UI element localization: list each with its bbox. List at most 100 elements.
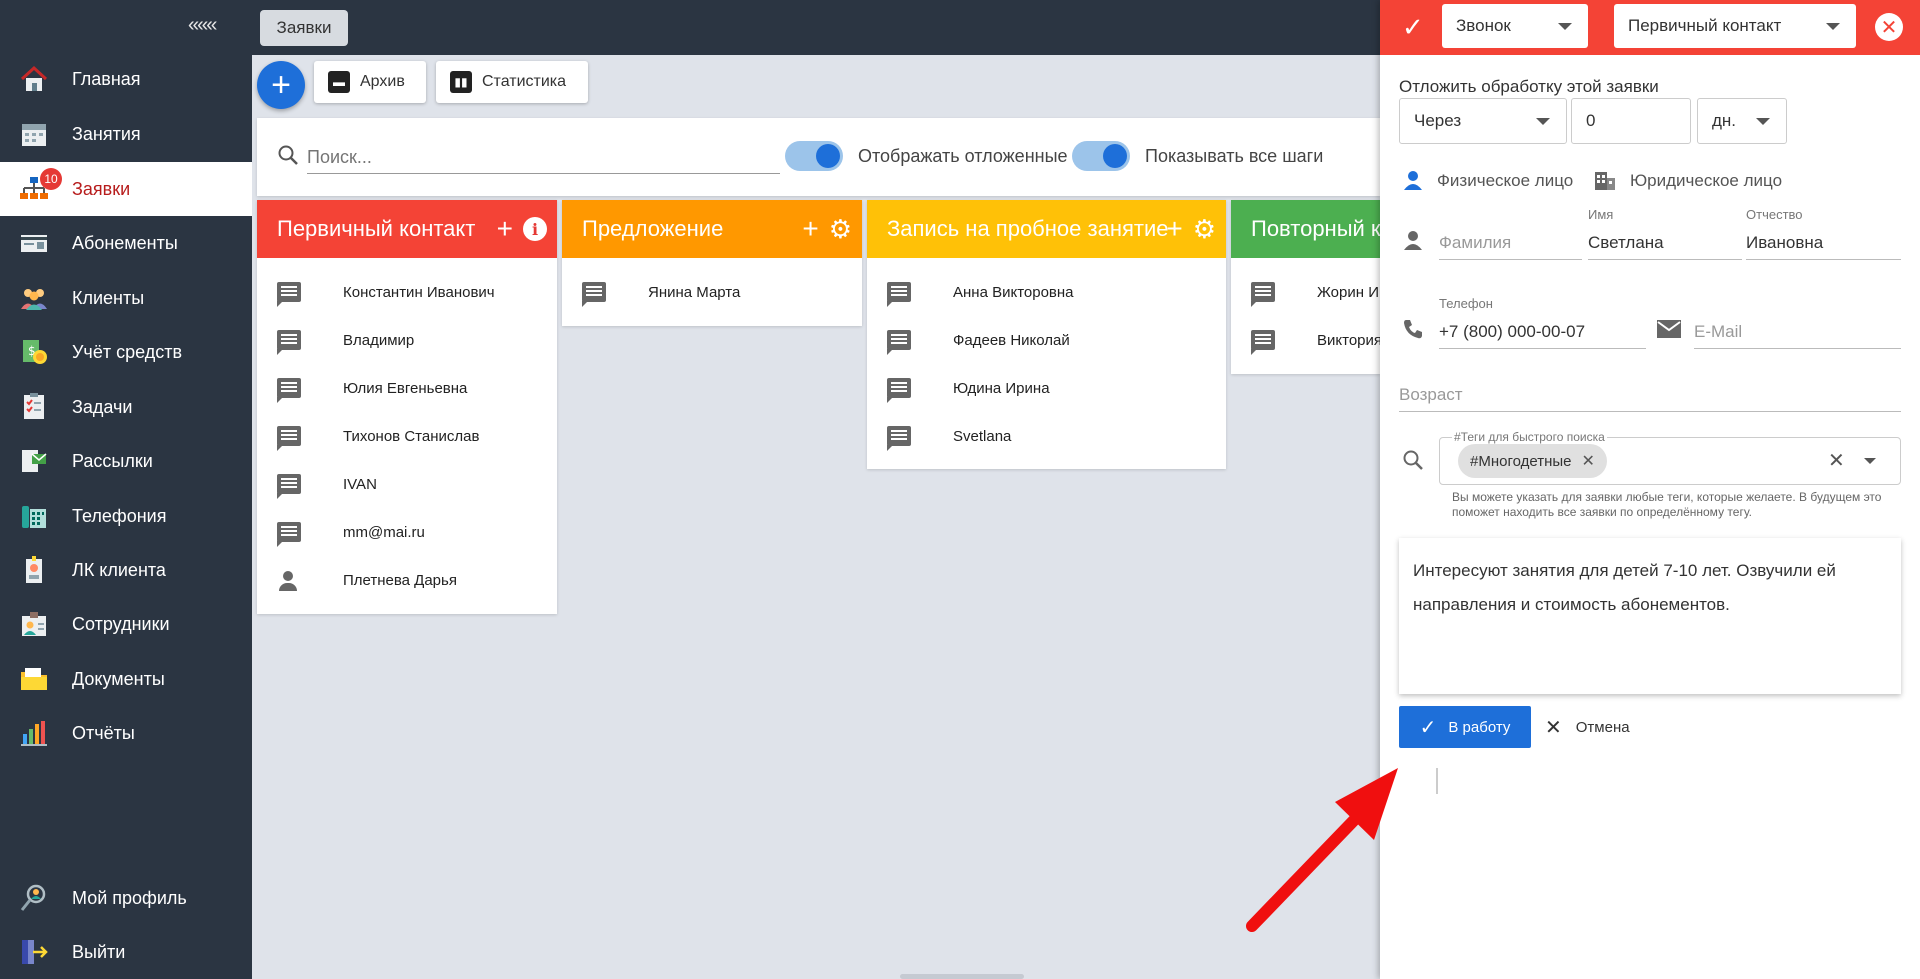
sidebar-item-staff[interactable]: Сотрудники xyxy=(0,597,252,651)
sidebar-item-subscriptions[interactable]: Абонементы xyxy=(0,216,252,270)
sidebar-item-label: Занятия xyxy=(72,123,141,144)
cancel-label: Отмена xyxy=(1575,718,1630,736)
sidebar-item-reports[interactable]: Отчёты xyxy=(0,706,252,760)
list-item[interactable]: Фадеев Николай xyxy=(867,316,1226,364)
card-name: Тихонов Станислав xyxy=(343,427,480,445)
first-name-field[interactable]: Светлана xyxy=(1588,228,1742,260)
tab-requests[interactable]: Заявки xyxy=(260,10,348,46)
sidebar-item-label: ЛК клиента xyxy=(72,559,166,580)
horizontal-scrollbar[interactable] xyxy=(900,974,1024,979)
card-icon xyxy=(18,227,50,259)
sidebar-item-profile[interactable]: Мой профиль xyxy=(0,871,252,925)
postpone-mode-value: Через xyxy=(1414,111,1462,130)
sidebar-item-classes[interactable]: Занятия xyxy=(0,107,252,161)
sidebar-item-requests[interactable]: 10 Заявки xyxy=(0,162,252,216)
person-icon xyxy=(277,570,299,592)
request-stage-select[interactable]: Первичный контакт xyxy=(1614,4,1856,48)
gear-icon[interactable]: ⚙ xyxy=(829,216,852,242)
cancel-button[interactable]: ✕ Отмена xyxy=(1545,706,1630,748)
message-icon xyxy=(277,474,301,499)
add-card-icon[interactable]: + xyxy=(497,215,513,243)
collapse-sidebar-button[interactable]: ««« xyxy=(188,14,217,37)
phone-icon xyxy=(1401,317,1425,347)
sidebar-item-documents[interactable]: Документы xyxy=(0,652,252,706)
chevron-down-icon xyxy=(1558,23,1572,30)
sidebar-item-tasks[interactable]: Задачи xyxy=(0,380,252,434)
list-item[interactable]: Жорин Иг xyxy=(1231,268,1380,316)
sidebar-item-label: Сотрудники xyxy=(72,613,170,634)
check-icon[interactable]: ✓ xyxy=(1402,12,1424,43)
archive-button[interactable]: ▬ Архив xyxy=(314,61,426,103)
middle-name-field[interactable]: Ивановна xyxy=(1746,228,1901,260)
note-textarea[interactable]: Интересуют занятия для детей 7-10 лет. О… xyxy=(1399,538,1901,694)
sidebar-item-label: Главная xyxy=(72,68,141,89)
column-header: Запись на пробное занятие + ⚙ xyxy=(867,200,1226,258)
remove-tag-icon[interactable]: ✕ xyxy=(1582,451,1595,471)
sidebar-item-logout[interactable]: Выйти xyxy=(0,925,252,979)
age-field[interactable]: Возраст xyxy=(1399,380,1901,412)
legal-entity-option[interactable]: Юридическое лицо xyxy=(1630,171,1782,191)
list-item[interactable]: IVAN xyxy=(257,460,557,508)
statistics-label: Статистика xyxy=(482,73,567,90)
tag-chip[interactable]: #Многодетные ✕ xyxy=(1458,444,1607,478)
list-item[interactable]: Анна Викторовна xyxy=(867,268,1226,316)
request-type-select[interactable]: Звонок xyxy=(1442,4,1588,48)
list-item[interactable]: Юлия Евгеньевна xyxy=(257,364,557,412)
list-item[interactable]: Константин Иванович xyxy=(257,268,557,316)
phone-field[interactable]: +7 (800) 000-00-07 xyxy=(1439,317,1646,349)
list-item[interactable]: Янина Марта xyxy=(562,268,862,316)
individual-option[interactable]: Физическое лицо xyxy=(1437,171,1573,191)
column-trial-booking: Запись на пробное занятие + ⚙ Анна Викто… xyxy=(867,200,1226,469)
list-item[interactable]: Плетнева Дарья xyxy=(257,556,557,604)
postpone-mode-select[interactable]: Через xyxy=(1399,98,1567,144)
show-all-steps-toggle[interactable] xyxy=(1072,138,1130,172)
sidebar-item-mailings[interactable]: Рассылки xyxy=(0,434,252,488)
gear-icon[interactable]: ⚙ xyxy=(1193,216,1216,242)
request-stage-value: Первичный контакт xyxy=(1628,16,1782,35)
sidebar-item-label: Отчёты xyxy=(72,722,135,743)
last-name-field[interactable]: Фамилия xyxy=(1439,228,1582,260)
person-icon xyxy=(1401,168,1425,198)
list-item[interactable]: Юдина Ирина xyxy=(867,364,1226,412)
info-icon[interactable]: i xyxy=(523,217,547,241)
email-field[interactable]: E-Mail xyxy=(1694,317,1901,349)
sidebar: ««« Главная Занятия 10 Заявки Абонементы… xyxy=(0,0,252,979)
postpone-amount-input[interactable]: 0 xyxy=(1571,98,1691,144)
add-card-icon[interactable]: + xyxy=(1166,215,1182,243)
list-item[interactable]: Виктория xyxy=(1231,316,1380,364)
list-item[interactable]: Тихонов Станислав xyxy=(257,412,557,460)
sidebar-item-finance[interactable]: $ Учёт средств xyxy=(0,325,252,379)
add-request-button[interactable]: + xyxy=(257,61,305,109)
show-postponed-toggle[interactable] xyxy=(785,138,843,172)
message-icon xyxy=(1251,330,1275,355)
search-input[interactable] xyxy=(307,142,780,174)
tags-label: #Теги для быстрого поиска xyxy=(1452,430,1607,444)
list-item[interactable]: Svetlana xyxy=(867,412,1226,460)
list-item[interactable]: mm@mai.ru xyxy=(257,508,557,556)
column-offer: Предложение + ⚙ Янина Марта xyxy=(562,200,862,326)
statistics-button[interactable]: ▮▮ Статистика xyxy=(436,61,588,103)
sidebar-item-client-portal[interactable]: ЛК клиента xyxy=(0,543,252,597)
staff-icon xyxy=(18,608,50,640)
tasks-icon xyxy=(18,391,50,423)
sidebar-item-home[interactable]: Главная xyxy=(0,52,252,106)
card-name: Плетнева Дарья xyxy=(343,571,457,589)
add-card-icon[interactable]: + xyxy=(802,215,818,243)
clear-tags-icon[interactable]: ✕ xyxy=(1828,448,1845,473)
column-title: Предложение xyxy=(582,216,724,241)
card-name: IVAN xyxy=(343,475,377,493)
chevron-down-icon[interactable] xyxy=(1864,458,1876,464)
postpone-unit-select[interactable]: дн. xyxy=(1697,98,1787,144)
message-icon xyxy=(887,282,911,307)
message-icon xyxy=(887,378,911,403)
filter-card: Отображать отложенные Показывать все шаг… xyxy=(257,118,1380,196)
card-name: Юлия Евгеньевна xyxy=(343,379,468,397)
take-to-work-label: В работу xyxy=(1448,718,1511,736)
sidebar-item-clients[interactable]: Клиенты xyxy=(0,271,252,325)
show-all-steps-label: Показывать все шаги xyxy=(1145,146,1324,166)
profile-icon xyxy=(18,882,50,914)
sidebar-item-telephony[interactable]: Телефония xyxy=(0,489,252,543)
postpone-unit-value: дн. xyxy=(1712,111,1737,130)
close-icon[interactable]: ✕ xyxy=(1875,13,1903,41)
list-item[interactable]: Владимир xyxy=(257,316,557,364)
